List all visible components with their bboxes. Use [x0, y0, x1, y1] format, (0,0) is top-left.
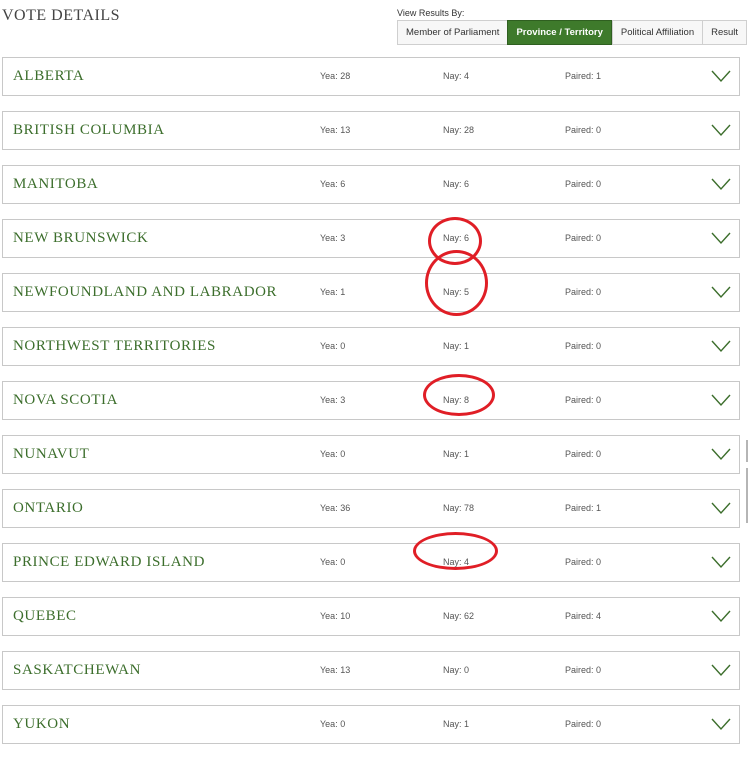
yea-count: Yea: 0	[320, 341, 346, 351]
paired-count: Paired: 0	[565, 179, 602, 189]
scrollbar-edge	[746, 440, 748, 462]
paired-count: Paired: 1	[565, 71, 602, 81]
yea-count: Yea: 36	[320, 503, 351, 513]
chevron-down-icon[interactable]	[711, 393, 731, 407]
nay-count: Nay: 6	[443, 233, 470, 243]
province-name: SASKATCHEWAN	[13, 662, 142, 678]
view-member-of-parliament-button[interactable]: Member of Parliament	[398, 21, 507, 44]
chevron-down-icon[interactable]	[711, 339, 731, 353]
nay-count: Nay: 4	[443, 557, 470, 567]
province-row[interactable]: YUKON Yea: 0 Nay: 1 Paired: 0	[2, 705, 740, 744]
province-row[interactable]: PRINCE EDWARD ISLAND Yea: 0 Nay: 4 Paired: …	[2, 543, 740, 582]
chevron-down-icon[interactable]	[711, 501, 731, 515]
paired-count: Paired: 0	[565, 287, 602, 297]
nay-count: Nay: 4	[443, 71, 470, 81]
view-results-label: View Results By:	[397, 8, 465, 18]
province-name: BRITISH COLUMBIA	[13, 122, 165, 138]
province-name: MANITOBA	[13, 176, 99, 192]
province-name: NUNAVUT	[13, 446, 90, 462]
province-row[interactable]: NUNAVUT Yea: 0 Nay: 1 Paired: 0	[2, 435, 740, 474]
province-row[interactable]: QUEBEC Yea: 10 Nay: 62 Paired: 4	[2, 597, 740, 636]
chevron-down-icon[interactable]	[711, 717, 731, 731]
chevron-down-icon[interactable]	[711, 609, 731, 623]
province-row[interactable]: NOVA SCOTIA Yea: 3 Nay: 8 Paired: 0	[2, 381, 740, 420]
province-row[interactable]: NEW BRUNSWICK Yea: 3 Nay: 6 Paired: 0	[2, 219, 740, 258]
nay-count: Nay: 5	[443, 287, 470, 297]
paired-count: Paired: 0	[565, 719, 602, 729]
paired-count: Paired: 0	[565, 449, 602, 459]
paired-count: Paired: 0	[565, 233, 602, 243]
province-row[interactable]: NEWFOUNDLAND AND LABRADOR Yea: 1 Nay: 5 Pai…	[2, 273, 740, 312]
chevron-down-icon[interactable]	[711, 447, 731, 461]
nay-count: Nay: 6	[443, 179, 470, 189]
view-result-button[interactable]: Result	[702, 21, 746, 44]
nay-count: Nay: 62	[443, 611, 475, 621]
chevron-down-icon[interactable]	[711, 69, 731, 83]
yea-count: Yea: 3	[320, 395, 346, 405]
province-row[interactable]: ONTARIO Yea: 36 Nay: 78 Paired: 1	[2, 489, 740, 528]
view-results-toggle: Member of Parliament Province / Territor…	[397, 20, 748, 45]
yea-count: Yea: 28	[320, 71, 351, 81]
province-name: ALBERTA	[13, 68, 85, 84]
yea-count: Yea: 6	[320, 179, 346, 189]
yea-count: Yea: 3	[320, 233, 346, 243]
yea-count: Yea: 10	[320, 611, 351, 621]
yea-count: Yea: 0	[320, 557, 346, 567]
paired-count: Paired: 0	[565, 557, 602, 567]
province-name: ONTARIO	[13, 500, 84, 516]
chevron-down-icon[interactable]	[711, 663, 731, 677]
chevron-down-icon[interactable]	[711, 177, 731, 191]
nay-count: Nay: 78	[443, 503, 475, 513]
province-name: NEWFOUNDLAND AND LABRADOR	[13, 284, 278, 300]
province-name: NEW BRUNSWICK	[13, 230, 149, 246]
province-name: NOVA SCOTIA	[13, 392, 119, 408]
province-list: ALBERTA Yea: 28 Nay: 4 Paired: 1 BRITISH COL…	[2, 57, 740, 759]
province-name: QUEBEC	[13, 608, 77, 624]
province-name: NORTHWEST TERRITORIES	[13, 338, 216, 354]
paired-count: Paired: 1	[565, 503, 602, 513]
paired-count: Paired: 0	[565, 341, 602, 351]
yea-count: Yea: 0	[320, 719, 346, 729]
province-row[interactable]: SASKATCHEWAN Yea: 13 Nay: 0 Paired: 0	[2, 651, 740, 690]
yea-count: Yea: 0	[320, 449, 346, 459]
province-name: YUKON	[13, 716, 71, 732]
paired-count: Paired: 0	[565, 125, 602, 135]
chevron-down-icon[interactable]	[711, 555, 731, 569]
paired-count: Paired: 0	[565, 665, 602, 675]
view-political-affiliation-button[interactable]: Political Affiliation	[611, 21, 702, 44]
province-row[interactable]: ALBERTA Yea: 28 Nay: 4 Paired: 1	[2, 57, 740, 96]
yea-count: Yea: 13	[320, 665, 351, 675]
paired-count: Paired: 4	[565, 611, 602, 621]
yea-count: Yea: 13	[320, 125, 351, 135]
chevron-down-icon[interactable]	[711, 231, 731, 245]
province-row[interactable]: MANITOBA Yea: 6 Nay: 6 Paired: 0	[2, 165, 740, 204]
province-row[interactable]: NORTHWEST TERRITORIES Yea: 0 Nay: 1 Paired:…	[2, 327, 740, 366]
nay-count: Nay: 1	[443, 341, 470, 351]
view-province-territory-button[interactable]: Province / Territory	[507, 20, 612, 45]
chevron-down-icon[interactable]	[711, 123, 731, 137]
nay-count: Nay: 28	[443, 125, 475, 135]
nay-count: Nay: 0	[443, 665, 470, 675]
nay-count: Nay: 1	[443, 719, 470, 729]
province-name: PRINCE EDWARD ISLAND	[13, 554, 205, 570]
chevron-down-icon[interactable]	[711, 285, 731, 299]
paired-count: Paired: 0	[565, 395, 602, 405]
nay-count: Nay: 8	[443, 395, 470, 405]
yea-count: Yea: 1	[320, 287, 346, 297]
nay-count: Nay: 1	[443, 449, 470, 459]
page-title: VOTE DETAILS	[2, 7, 121, 24]
province-row[interactable]: BRITISH COLUMBIA Yea: 13 Nay: 28 Paired: 0	[2, 111, 740, 150]
scrollbar-edge	[746, 468, 748, 523]
